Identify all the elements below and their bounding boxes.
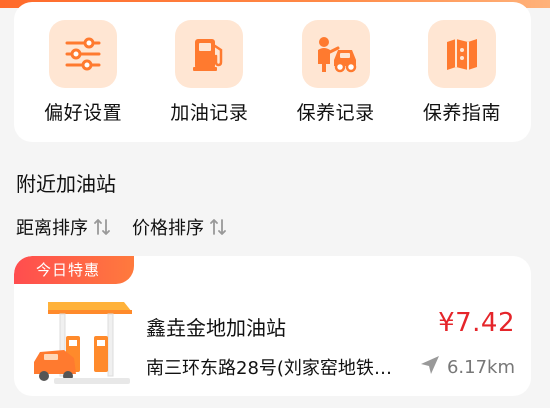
- sort-options: 距离排序 价格排序: [16, 214, 226, 240]
- quick-action-maintenance-records[interactable]: 保养记录: [276, 20, 396, 125]
- distance-value: 6.17km: [446, 357, 515, 378]
- sort-label: 价格排序: [132, 218, 204, 239]
- quick-action-preferences[interactable]: 偏好设置: [23, 20, 143, 125]
- mechanic-car-icon: [301, 20, 370, 88]
- sort-arrows-icon: [210, 218, 226, 236]
- quick-action-label: 保养指南: [422, 102, 501, 124]
- quick-action-label: 偏好设置: [44, 102, 123, 124]
- sliders-icon: [49, 20, 118, 88]
- station-address: 南三环东路28号(刘家窑地铁站附近): [146, 358, 406, 379]
- map-guide-icon: [427, 20, 496, 88]
- sort-by-price[interactable]: 价格排序: [132, 214, 226, 240]
- nearby-section-title: 附近加油站: [16, 172, 116, 196]
- quick-actions-card: 偏好设置 加油记录 保养记录 保养指南: [14, 2, 531, 142]
- quick-action-label: 保养记录: [296, 102, 375, 124]
- fuel-price: ¥7.42: [438, 308, 515, 338]
- sort-by-distance[interactable]: 距离排序: [16, 214, 110, 240]
- station-name: 鑫垚金地加油站: [146, 316, 286, 340]
- quick-action-fuel-records[interactable]: 加油记录: [149, 20, 269, 125]
- distance-info[interactable]: 6.17km: [419, 354, 515, 381]
- station-card[interactable]: 今日特惠 鑫垚金地加油站 ¥7.42 南三环东路28号(刘家窑地铁站附近) 6.…: [14, 256, 531, 396]
- today-deal-badge: 今日特惠: [14, 256, 134, 284]
- quick-action-maintenance-guide[interactable]: 保养指南: [402, 20, 522, 125]
- fuel-pump-icon: [175, 20, 244, 88]
- sort-label: 距离排序: [16, 218, 88, 239]
- gas-station-illustration-icon: [34, 292, 144, 388]
- navigation-arrow-icon: [419, 354, 441, 381]
- quick-action-label: 加油记录: [170, 102, 249, 124]
- sort-arrows-icon: [94, 218, 110, 236]
